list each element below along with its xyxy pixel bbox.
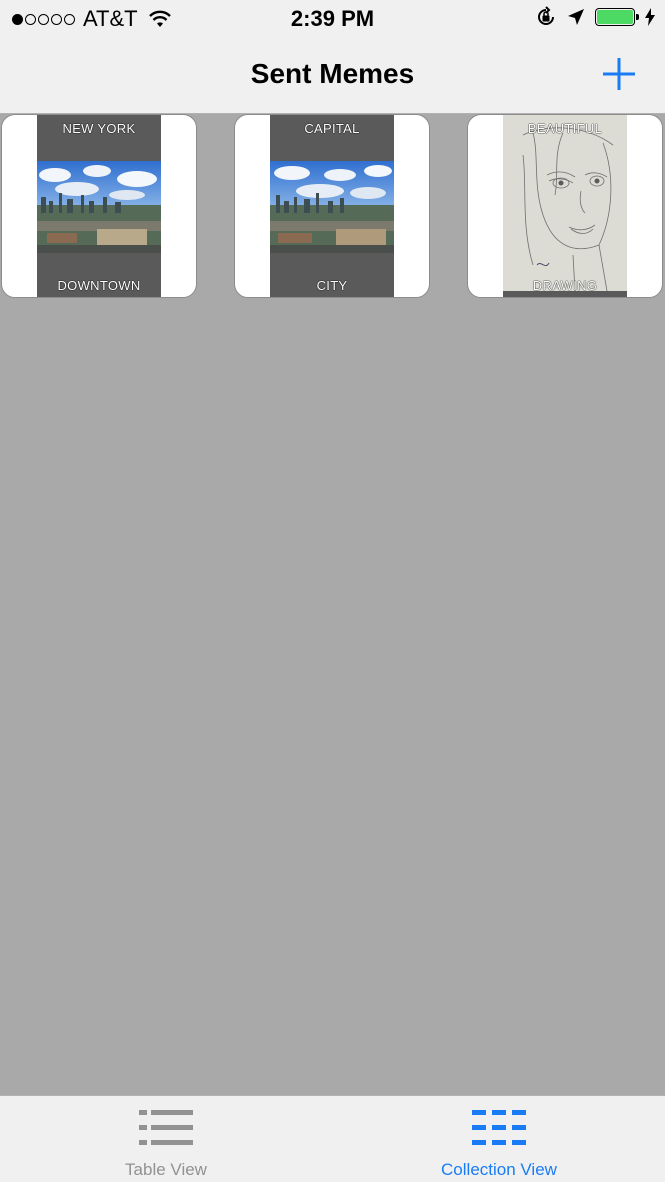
meme-cell[interactable]: BEAUTIFUL DRAWING (467, 114, 663, 298)
meme-top-text: NEW YORK (62, 121, 136, 136)
status-right (535, 6, 655, 28)
city-skyline-image (270, 161, 394, 253)
tab-label: Collection View (441, 1160, 557, 1179)
tab-collection-view[interactable]: Collection View (333, 1096, 665, 1182)
meme-bottom-text: DRAWING (532, 278, 598, 293)
meme-top-text: CAPITAL (304, 121, 360, 136)
app-screen: AT&T 2:39 PM Sent Memes NEW YORK DOWNTOW… (0, 0, 665, 1182)
tab-bar: Table View Collection View (0, 1095, 665, 1182)
charging-bolt-icon (645, 8, 655, 26)
tab-table-view[interactable]: Table View (0, 1096, 332, 1182)
meme-thumbnail: BEAUTIFUL DRAWING (503, 115, 627, 297)
meme-bottom-text: CITY (316, 278, 348, 293)
meme-cell[interactable]: CAPITAL CITY (234, 114, 430, 298)
orientation-lock-icon (538, 6, 554, 25)
tab-label: Table View (125, 1160, 207, 1179)
battery-icon (595, 8, 639, 26)
meme-thumbnail: CAPITAL CITY (270, 115, 394, 297)
navigation-bar: Sent Memes (0, 40, 665, 114)
meme-bottom-text: DOWNTOWN (57, 278, 141, 293)
meme-thumbnail: NEW YORK DOWNTOWN (37, 115, 161, 297)
status-bar: AT&T 2:39 PM (0, 0, 665, 40)
pencil-sketch-image (503, 115, 627, 291)
grid-icon (472, 1110, 526, 1145)
meme-cell[interactable]: NEW YORK DOWNTOWN (1, 114, 197, 298)
page-title: Sent Memes (250, 58, 415, 89)
meme-top-text: BEAUTIFUL (527, 121, 603, 136)
plus-icon (603, 58, 635, 90)
add-meme-button[interactable] (599, 54, 639, 94)
list-icon (139, 1110, 193, 1145)
meme-collection: NEW YORK DOWNTOWN CAPITAL CITY BEAUTIFUL… (0, 114, 665, 1095)
location-arrow-icon (568, 9, 584, 25)
city-skyline-image (37, 161, 161, 253)
